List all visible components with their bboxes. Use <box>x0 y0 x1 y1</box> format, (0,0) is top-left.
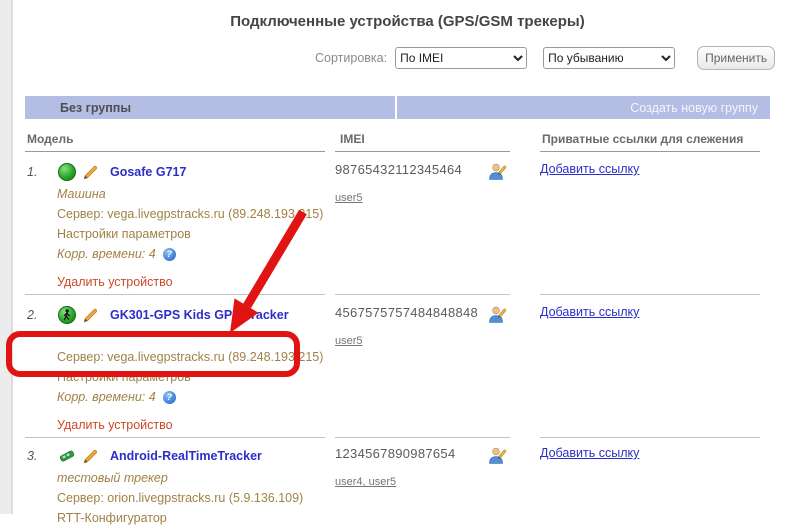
row-number: 1. <box>27 165 47 179</box>
info-icon[interactable]: ? <box>163 391 176 404</box>
apply-button[interactable]: Применить <box>697 46 775 70</box>
device-server: Сервер: orion.livegpstracks.ru (5.9.136.… <box>27 488 325 508</box>
assigned-users-link[interactable]: user5 <box>335 335 363 347</box>
device-settings-link[interactable]: Настройки параметров <box>27 367 325 387</box>
imei-value: 98765432112345464 <box>335 162 462 177</box>
pencil-icon[interactable] <box>82 307 99 324</box>
table-header-row: Модель IMEI Приватные ссылки для слежени… <box>25 130 800 152</box>
device-description: Машина <box>27 184 325 204</box>
green-sphere-status-icon <box>58 163 76 181</box>
assigned-users-link[interactable]: user4, user5 <box>335 476 396 488</box>
group-header-bar: Без группы Создать новую группу <box>25 96 770 119</box>
sort-toolbar: Сортировка: По IMEI По убыванию Применит… <box>15 45 800 71</box>
add-link-button[interactable]: Добавить ссылку <box>540 162 639 176</box>
time-correction: Корр. времени: 4 ? <box>27 387 325 407</box>
add-link-button[interactable]: Добавить ссылку <box>540 446 639 460</box>
table-row: 3. Android-RealTimeTracker тестовый трек… <box>25 438 800 530</box>
device-configurator-link[interactable]: RTT-Конфигуратор <box>27 508 325 528</box>
pencil-icon[interactable] <box>82 164 99 181</box>
group-name: Без группы <box>25 96 395 119</box>
devices-page: Подключенные устройства (GPS/GSM трекеры… <box>15 0 800 514</box>
table-row: 2. GK301-GPS Kids GPS Tracker Сервер: ve… <box>25 295 800 438</box>
time-correction: Корр. времени: 4 ? <box>27 244 325 264</box>
imei-value: 4567575757484848848 <box>335 305 478 320</box>
page-left-margin-strip <box>0 0 13 514</box>
user-edit-icon[interactable] <box>487 162 507 182</box>
device-description <box>27 327 325 347</box>
device-name-link[interactable]: Gosafe G717 <box>110 165 186 179</box>
devices-table: Модель IMEI Приватные ссылки для слежени… <box>25 130 800 530</box>
row-number: 2. <box>27 308 47 322</box>
sort-label: Сортировка: <box>315 51 387 65</box>
column-header-imei: IMEI <box>335 130 510 152</box>
table-row: 1. Gosafe G717 Машина Сервер: vega.liveg… <box>25 152 800 295</box>
device-name-link[interactable]: GK301-GPS Kids GPS Tracker <box>110 308 289 322</box>
device-server: Сервер: vega.livegpstracks.ru (89.248.19… <box>27 204 325 224</box>
green-car-status-icon <box>58 447 76 465</box>
info-icon[interactable]: ? <box>163 248 176 261</box>
delete-device-link[interactable]: Удалить устройство <box>27 415 325 435</box>
delete-device-link[interactable]: Удалить устройство <box>27 272 325 292</box>
row-number: 3. <box>27 449 47 463</box>
pencil-icon[interactable] <box>82 448 99 465</box>
walking-person-status-icon <box>58 306 76 324</box>
user-edit-icon[interactable] <box>487 305 507 325</box>
create-group-button[interactable]: Создать новую группу <box>397 96 770 119</box>
device-description: тестовый трекер <box>27 468 325 488</box>
device-server-highlighted: Сервер: vega.livegpstracks.ru (89.248.19… <box>27 347 325 367</box>
device-settings-link[interactable]: Настройки параметров <box>27 224 325 244</box>
add-link-button[interactable]: Добавить ссылку <box>540 305 639 319</box>
device-name-link[interactable]: Android-RealTimeTracker <box>110 449 262 463</box>
column-header-model: Модель <box>25 130 325 152</box>
sort-order-select[interactable]: По убыванию <box>543 47 675 69</box>
page-title: Подключенные устройства (GPS/GSM трекеры… <box>15 0 800 30</box>
user-edit-icon[interactable] <box>487 446 507 466</box>
sort-field-select[interactable]: По IMEI <box>395 47 527 69</box>
imei-value: 1234567890987654 <box>335 446 455 461</box>
column-header-links: Приватные ссылки для слежения <box>540 130 760 152</box>
assigned-users-link[interactable]: user5 <box>335 192 363 204</box>
